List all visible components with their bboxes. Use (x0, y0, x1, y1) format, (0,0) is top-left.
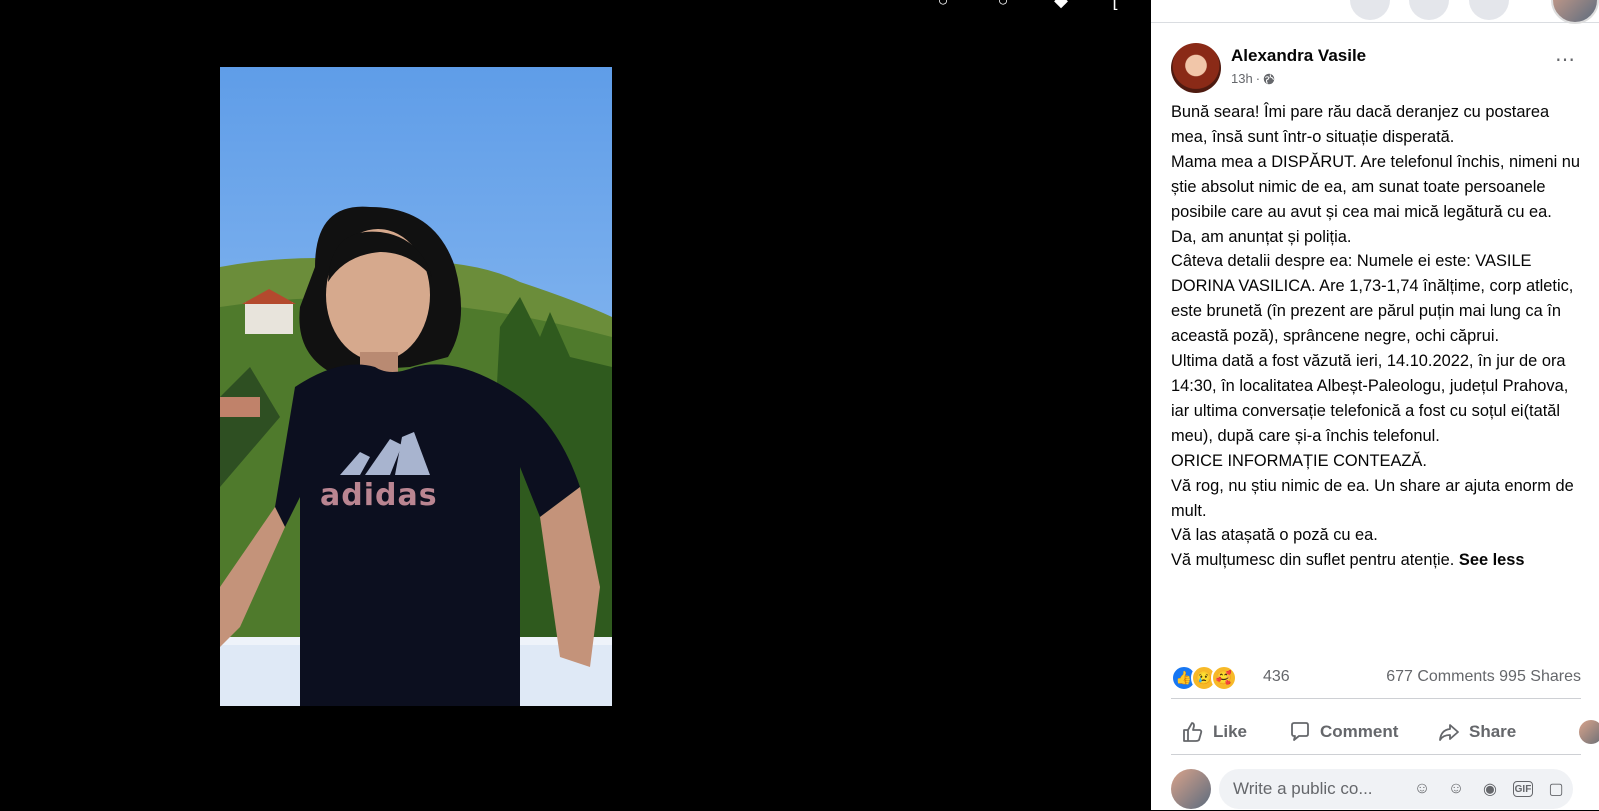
messenger-button[interactable] (1409, 0, 1449, 20)
viewer-toolbar: ○ ○ ◆ [ (0, 0, 1151, 10)
more-options-icon[interactable]: ⋯ (1549, 50, 1581, 74)
camera-icon[interactable]: ◉ (1479, 778, 1501, 800)
menu-button[interactable] (1350, 0, 1390, 20)
author-name[interactable]: Alexandra Vasile (1231, 46, 1366, 66)
share-label: Share (1469, 722, 1517, 741)
comment-tools: ☺ ☺ ◉ GIF ▢ (1411, 778, 1567, 800)
like-button[interactable]: Like (1181, 716, 1247, 748)
reactions-summary: 👍 😢 🥰 436 677 Comments 995 Shares (1171, 665, 1581, 691)
avatar-sticker-icon[interactable]: ☺ (1411, 778, 1433, 800)
svg-text:adidas: adidas (320, 478, 438, 513)
gif-icon[interactable]: GIF (1513, 781, 1533, 797)
post-text: Bună seara! Îmi pare rău dacă deranjez c… (1171, 100, 1581, 573)
search-icon[interactable]: ○ (932, 0, 954, 9)
comment-input[interactable] (1233, 779, 1393, 799)
post-header: Alexandra Vasile 13h · ⋯ (1171, 43, 1581, 95)
commenter-avatar[interactable] (1171, 769, 1211, 809)
post-meta: 13h · (1231, 71, 1275, 86)
emoji-icon[interactable]: ☺ (1445, 778, 1467, 800)
post-body: Bună seara! Îmi pare rău dacă deranjez c… (1171, 103, 1581, 570)
author-avatar[interactable] (1171, 43, 1221, 93)
post-photo[interactable]: adidas (220, 67, 612, 706)
share-as-avatar[interactable] (1579, 720, 1599, 744)
post-panel: Alexandra Vasile 13h · ⋯ Bună seara! Îmi… (1151, 0, 1599, 810)
comments-shares: 677 Comments 995 Shares (1386, 668, 1581, 686)
reaction-count[interactable]: 436 (1263, 668, 1290, 686)
comments-count[interactable]: 677 Comments (1386, 668, 1495, 685)
panel-top-bar (1151, 0, 1599, 24)
account-avatar[interactable] (1551, 0, 1599, 24)
thumbs-up-icon (1183, 722, 1203, 742)
comment-box[interactable]: ☺ ☺ ◉ GIF ▢ (1219, 769, 1573, 809)
fullscreen-icon[interactable]: [ (1104, 0, 1126, 9)
comment-button[interactable]: Comment (1288, 716, 1398, 748)
sticker-icon[interactable]: ▢ (1545, 778, 1567, 800)
reaction-icons[interactable]: 👍 😢 🥰 (1171, 665, 1237, 691)
share-button[interactable]: Share (1437, 716, 1516, 748)
care-reaction-icon: 🥰 (1211, 665, 1237, 691)
photo-illustration: adidas (220, 67, 612, 706)
tag-icon[interactable]: ◆ (1050, 0, 1072, 9)
share-icon (1439, 724, 1459, 741)
post-actions: Like Comment Share (1171, 716, 1599, 752)
post-time[interactable]: 13h (1231, 71, 1253, 86)
shares-count[interactable]: 995 Shares (1499, 668, 1581, 685)
divider (1171, 698, 1581, 699)
meta-dot: · (1255, 71, 1261, 86)
photo-viewer: ○ ○ ◆ [adidas (0, 0, 1151, 810)
comment-icon (1291, 722, 1309, 741)
see-less-link[interactable]: See less (1459, 551, 1525, 569)
zoom-icon[interactable]: ○ (992, 0, 1014, 9)
divider (1171, 754, 1581, 755)
like-label: Like (1213, 722, 1248, 741)
notifications-button[interactable] (1469, 0, 1509, 20)
comment-composer: ☺ ☺ ◉ GIF ▢ (1171, 769, 1581, 811)
comment-label: Comment (1320, 722, 1399, 741)
globe-icon[interactable] (1263, 73, 1275, 85)
